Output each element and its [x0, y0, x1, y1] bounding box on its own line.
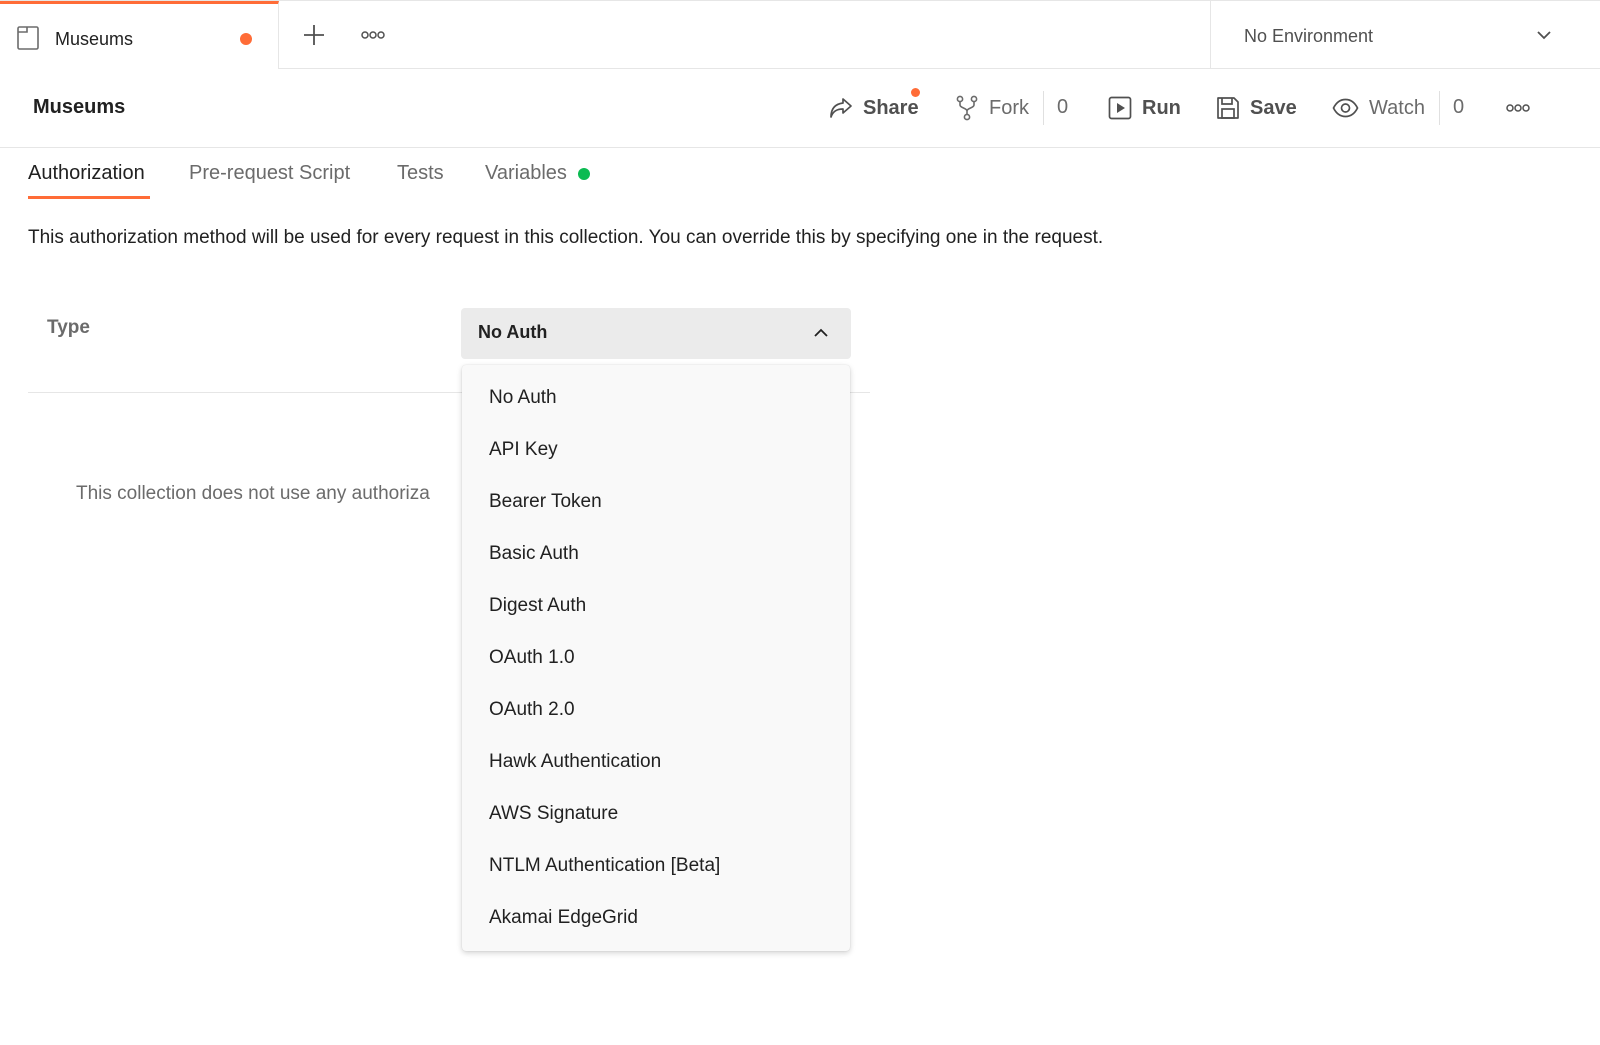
auth-description: This authorization method will be used f… [28, 227, 1103, 249]
tab-museums[interactable]: Museums [0, 1, 279, 69]
run-button[interactable]: Run [1108, 91, 1181, 125]
auth-type-value: No Auth [478, 322, 547, 343]
share-notification-dot [911, 88, 920, 97]
share-button[interactable]: Share [829, 91, 919, 125]
watch-count[interactable]: 0 [1453, 96, 1464, 119]
menu-item-oauth-2[interactable]: OAuth 2.0 [462, 684, 850, 736]
menu-item-api-key[interactable]: API Key [462, 424, 850, 476]
watch-button[interactable]: Watch [1332, 91, 1425, 125]
more-icon[interactable] [361, 29, 385, 41]
watch-label: Watch [1369, 97, 1425, 120]
save-button[interactable]: Save [1216, 91, 1297, 125]
run-label: Run [1142, 97, 1181, 120]
eye-icon [1332, 98, 1359, 118]
menu-item-hawk-authentication[interactable]: Hawk Authentication [462, 736, 850, 788]
auth-type-select[interactable]: No Auth [461, 308, 851, 359]
tab-pre-request-script[interactable]: Pre-request Script [189, 162, 350, 185]
collection-icon [17, 26, 39, 50]
menu-item-oauth-1[interactable]: OAuth 1.0 [462, 632, 850, 684]
tab-bar: Museums No Environment [0, 0, 1600, 69]
type-label: Type [47, 317, 90, 339]
save-label: Save [1250, 97, 1297, 120]
separator [1439, 91, 1440, 125]
run-icon [1108, 96, 1132, 120]
unsaved-dot [240, 33, 252, 45]
share-icon [829, 97, 853, 119]
fork-button[interactable]: Fork [955, 91, 1029, 125]
menu-item-no-auth[interactable]: No Auth [462, 372, 850, 424]
menu-item-akamai-edgegrid[interactable]: Akamai EdgeGrid [462, 892, 850, 944]
collection-title: Museums [33, 96, 125, 119]
chevron-up-icon [813, 327, 829, 339]
tab-title: Museums [55, 29, 133, 50]
fork-label: Fork [989, 97, 1029, 120]
save-icon [1216, 96, 1240, 120]
tab-tests[interactable]: Tests [397, 162, 444, 185]
active-tab-indicator [28, 196, 150, 199]
chevron-down-icon [1536, 29, 1552, 41]
fork-icon [955, 95, 979, 121]
auth-type-dropdown: No Auth API Key Bearer Token Basic Auth … [462, 365, 850, 951]
fork-count[interactable]: 0 [1057, 96, 1068, 119]
separator [1043, 91, 1044, 125]
menu-item-ntlm-authentication[interactable]: NTLM Authentication [Beta] [462, 840, 850, 892]
environment-selector[interactable]: No Environment [1210, 1, 1600, 69]
environment-label: No Environment [1244, 26, 1373, 47]
share-label: Share [863, 97, 919, 120]
plus-icon[interactable] [303, 24, 325, 46]
empty-auth-message: This collection does not use any authori… [76, 483, 430, 505]
menu-item-digest-auth[interactable]: Digest Auth [462, 580, 850, 632]
more-icon[interactable] [1506, 102, 1530, 114]
menu-item-basic-auth[interactable]: Basic Auth [462, 528, 850, 580]
tab-authorization[interactable]: Authorization [28, 162, 145, 185]
menu-item-aws-signature[interactable]: AWS Signature [462, 788, 850, 840]
tab-variables[interactable]: Variables [485, 162, 567, 185]
variables-status-dot [578, 168, 590, 180]
menu-item-bearer-token[interactable]: Bearer Token [462, 476, 850, 528]
